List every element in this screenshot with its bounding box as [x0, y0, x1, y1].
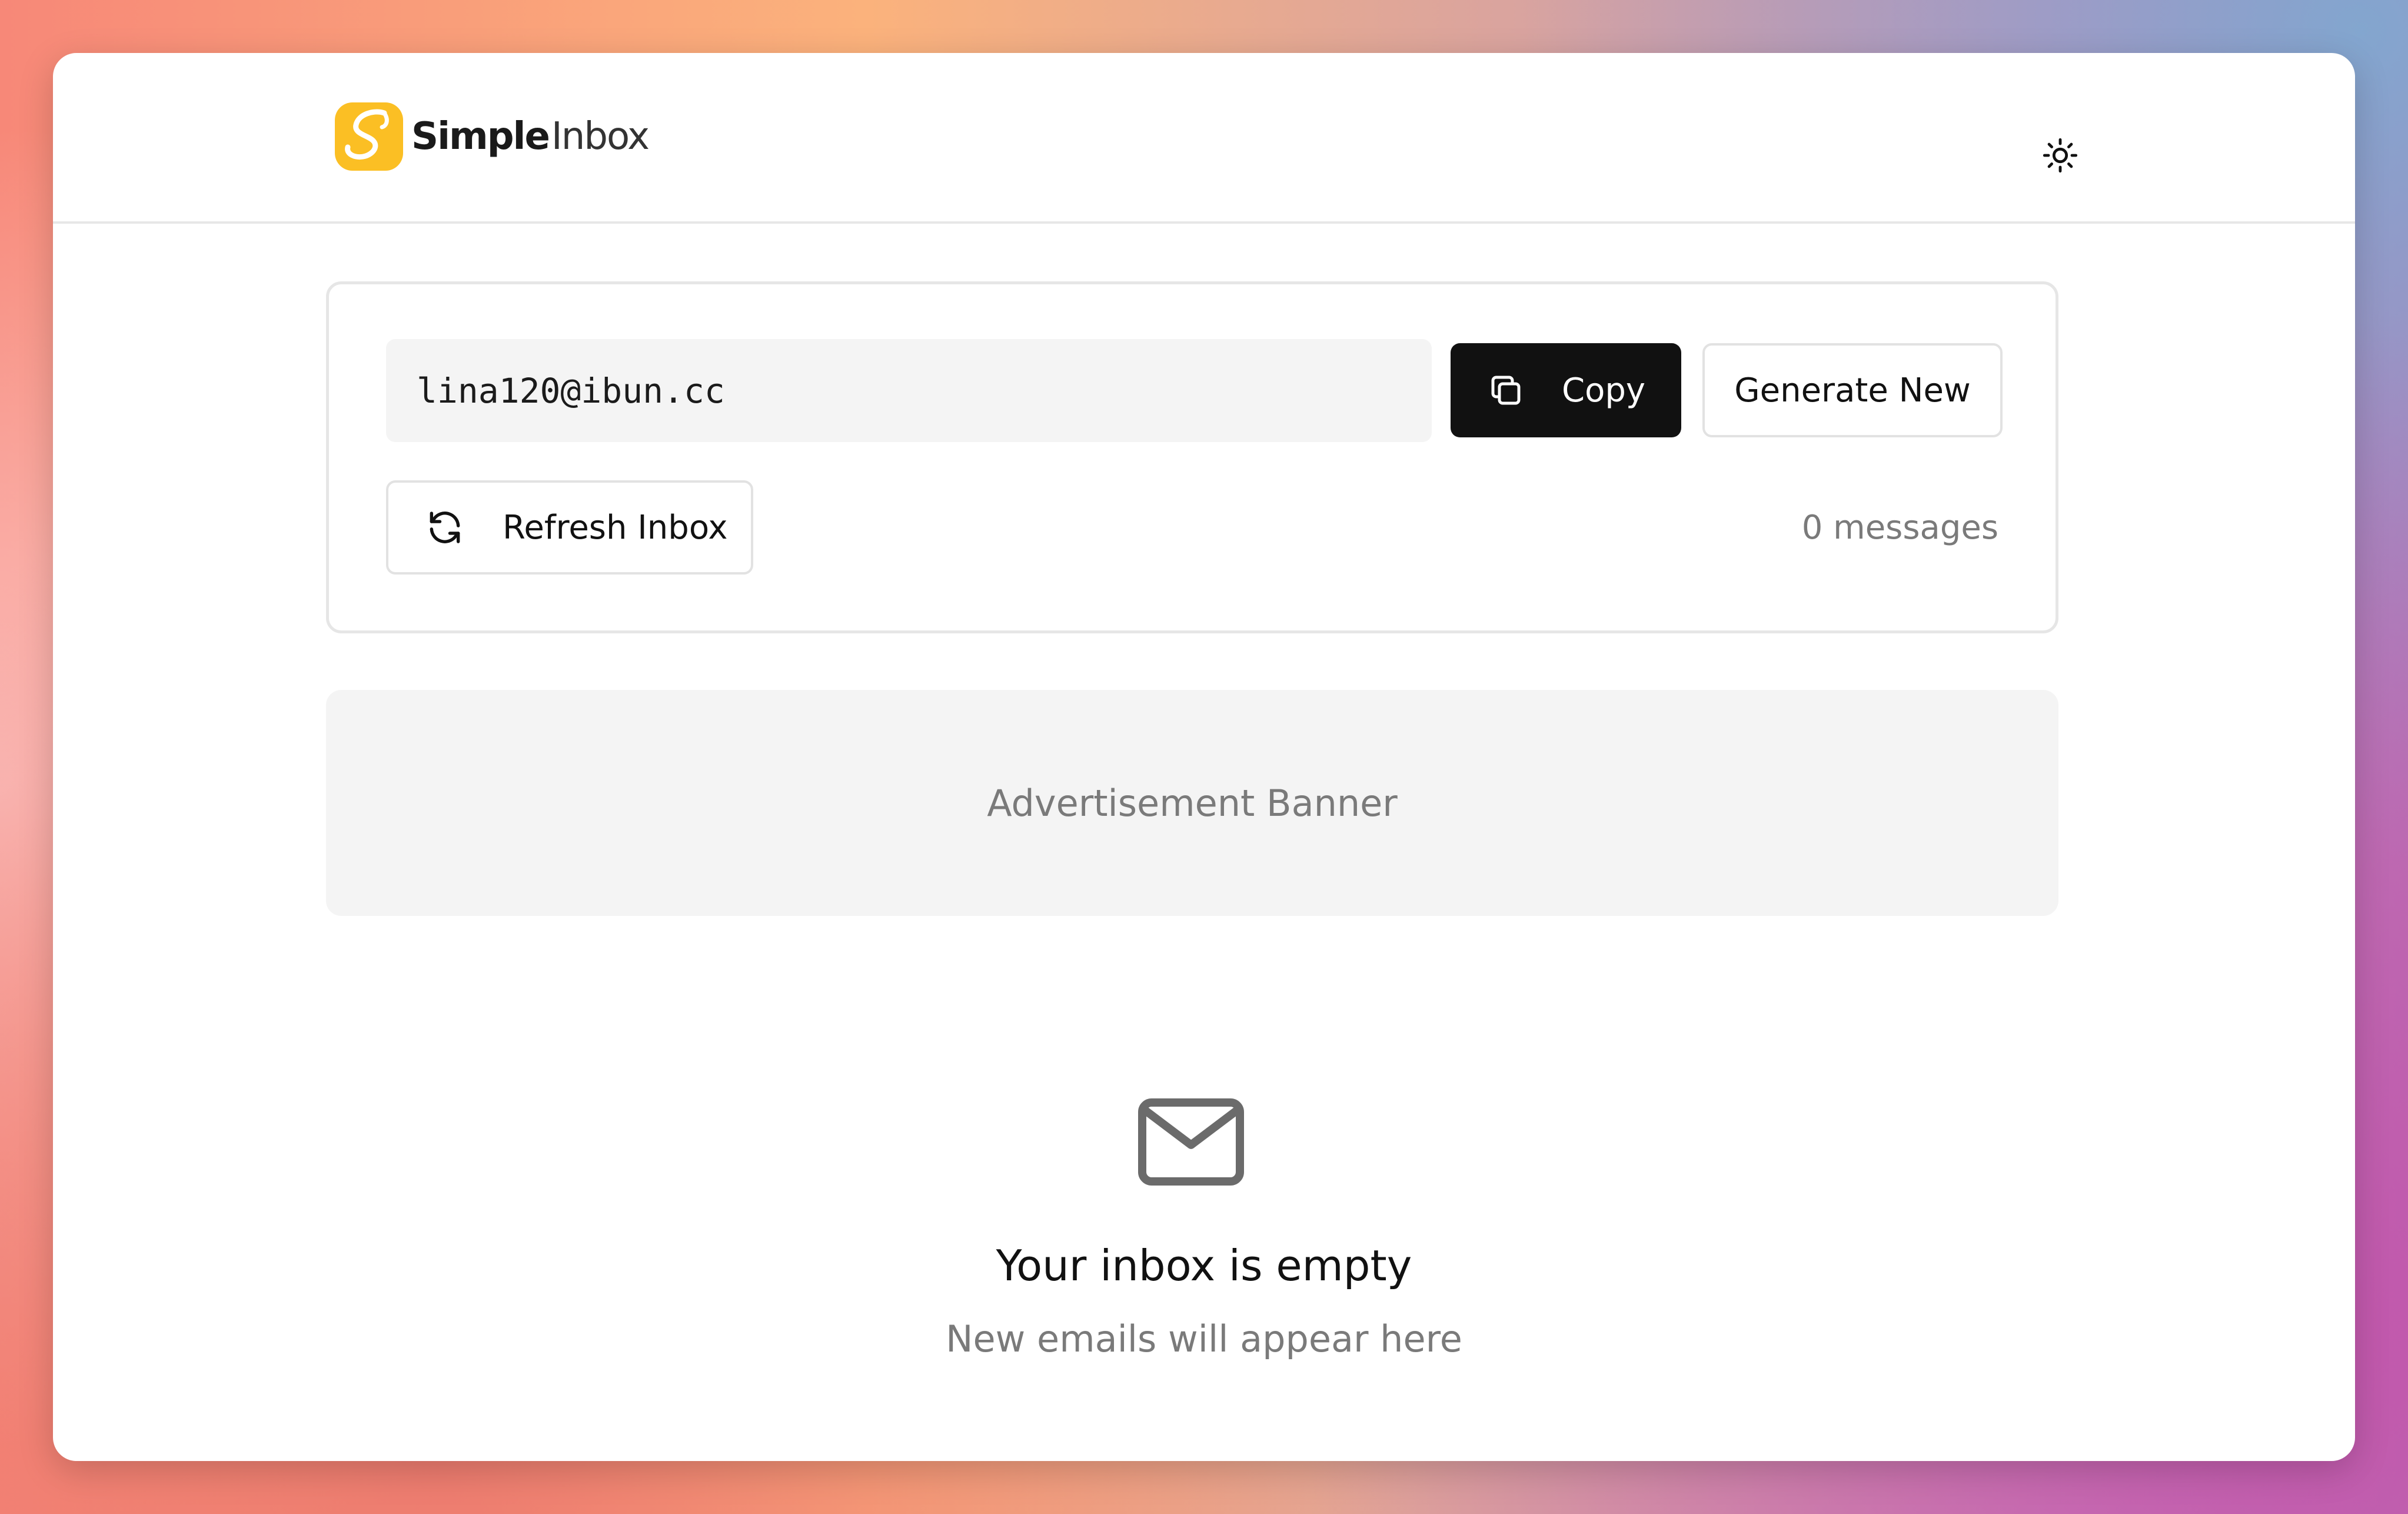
address-panel: Copy Generate New Refresh Inbox 0 messag… [326, 281, 2058, 633]
sun-icon [2043, 138, 2078, 173]
generate-new-button[interactable]: Generate New [1702, 343, 2003, 437]
advertisement-label: Advertisement Banner [987, 781, 1398, 825]
copy-icon [1491, 376, 1521, 405]
empty-state-subtitle: New emails will appear here [946, 1317, 1462, 1360]
brand-logo[interactable]: Simple Inbox [332, 100, 650, 173]
empty-state-title: Your inbox is empty [996, 1241, 1412, 1290]
app-window: Simple Inbox Copy [53, 53, 2355, 1461]
refresh-icon [430, 512, 460, 543]
copy-button-label: Copy [1561, 371, 1646, 410]
email-address-field[interactable] [386, 339, 1432, 442]
generate-new-label: Generate New [1734, 371, 1971, 410]
copy-button[interactable]: Copy [1451, 343, 1681, 437]
simple-inbox-logo-icon [335, 102, 403, 171]
top-header: Simple Inbox [53, 53, 2355, 224]
brand-name-bold: Simple [411, 115, 550, 158]
brand-name-light: Inbox [551, 115, 650, 158]
mail-icon [1138, 1098, 1244, 1186]
refresh-inbox-label: Refresh Inbox [503, 508, 728, 547]
brand-name: Simple Inbox [411, 115, 650, 158]
advertisement-banner[interactable]: Advertisement Banner [326, 690, 2058, 916]
refresh-inbox-button[interactable]: Refresh Inbox [386, 480, 753, 575]
message-count: 0 messages [1801, 508, 1998, 547]
theme-toggle-button[interactable] [2034, 129, 2087, 182]
